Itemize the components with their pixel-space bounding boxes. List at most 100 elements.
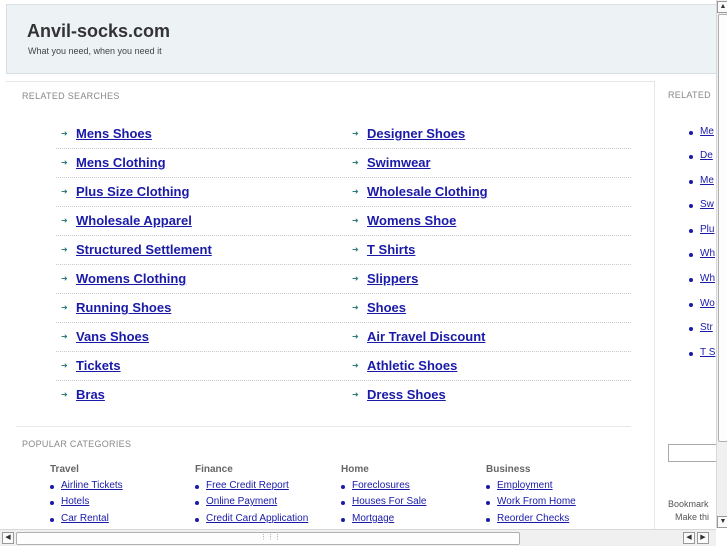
sidebar-link[interactable]: Str xyxy=(700,322,713,333)
site-tagline: What you need, when you need it xyxy=(28,46,162,56)
sidebar-link[interactable]: Me xyxy=(700,175,714,186)
related-link[interactable]: Wholesale Apparel xyxy=(76,213,192,228)
main-content: RELATED SEARCHES ➜ Mens Shoes ➜ Mens Cloth… xyxy=(6,81,655,532)
bullet-icon xyxy=(689,204,693,208)
bullet-icon xyxy=(689,253,693,257)
bullet-icon xyxy=(195,485,199,489)
sidebar-link[interactable]: Wh xyxy=(700,248,715,259)
scroll-down-button[interactable]: ▼ xyxy=(717,516,727,528)
bullet-icon xyxy=(486,518,490,522)
arrow-right-icon: ➜ xyxy=(352,158,359,167)
bullet-icon xyxy=(50,485,54,489)
popular-categories-label: POPULAR CATEGORIES xyxy=(22,439,132,449)
related-link[interactable]: Dress Shoes xyxy=(367,387,446,402)
category-link[interactable]: Employment xyxy=(497,480,553,491)
related-searches-label: RELATED SEARCHES xyxy=(22,91,120,101)
row-divider xyxy=(56,380,631,381)
arrow-right-icon: ➜ xyxy=(352,216,359,225)
sidebar-link[interactable]: Wh xyxy=(700,273,715,284)
related-link[interactable]: Vans Shoes xyxy=(76,329,149,344)
related-link[interactable]: Designer Shoes xyxy=(367,126,465,141)
vertical-scrollbar[interactable]: ▲ ▼ xyxy=(716,0,727,528)
related-link[interactable]: Mens Shoes xyxy=(76,126,152,141)
arrow-right-icon: ➜ xyxy=(61,303,68,312)
category-link[interactable]: Free Credit Report xyxy=(206,480,289,491)
bullet-icon xyxy=(341,501,345,505)
bullet-icon xyxy=(50,518,54,522)
related-link[interactable]: Womens Shoe xyxy=(367,213,456,228)
category-link[interactable]: Hotels xyxy=(61,496,89,507)
sidebar-related-label: RELATED xyxy=(668,90,711,100)
arrow-right-icon: ➜ xyxy=(352,129,359,138)
related-link[interactable]: Structured Settlement xyxy=(76,242,212,257)
sidebar-link[interactable]: Plu xyxy=(700,224,714,235)
arrow-right-icon: ➜ xyxy=(61,332,68,341)
arrow-right-icon: ➜ xyxy=(61,361,68,370)
category-link[interactable]: Houses For Sale xyxy=(352,496,426,507)
row-divider xyxy=(56,293,631,294)
related-link[interactable]: Wholesale Clothing xyxy=(367,184,488,199)
arrow-right-icon: ➜ xyxy=(352,332,359,341)
arrow-right-icon: ➜ xyxy=(61,216,68,225)
make-homepage-text[interactable]: Make thi xyxy=(675,512,709,522)
category-link[interactable]: Airline Tickets xyxy=(61,480,123,491)
category-link[interactable]: Reorder Checks xyxy=(497,513,569,524)
arrow-right-icon: ➜ xyxy=(61,158,68,167)
category-link[interactable]: Mortgage xyxy=(352,513,394,524)
section-divider xyxy=(16,426,631,427)
arrow-right-icon: ➜ xyxy=(61,245,68,254)
bullet-icon xyxy=(341,485,345,489)
related-link[interactable]: Plus Size Clothing xyxy=(76,184,189,199)
horizontal-scrollbar[interactable]: ◀ ⋮⋮⋮ ◀ ▶ xyxy=(0,529,716,546)
sidebar-link[interactable]: T S xyxy=(700,347,715,358)
scroll-left-button[interactable]: ◀ xyxy=(2,532,14,544)
bullet-icon xyxy=(195,518,199,522)
sidebar-link[interactable]: Wo xyxy=(700,298,715,309)
horizontal-scroll-thumb[interactable]: ⋮⋮⋮ xyxy=(16,532,520,545)
category-title-travel: Travel xyxy=(50,464,79,475)
site-title[interactable]: Anvil-socks.com xyxy=(27,21,170,42)
right-sidebar: RELATED Me De Me Sw Plu Wh Wh Wo Str T S… xyxy=(656,81,716,531)
row-divider xyxy=(56,148,631,149)
scroll-up-button[interactable]: ▲ xyxy=(717,1,727,13)
sidebar-search-input[interactable] xyxy=(668,444,716,462)
sidebar-link[interactable]: Sw xyxy=(700,199,714,210)
bullet-icon xyxy=(195,501,199,505)
bullet-icon xyxy=(689,155,693,159)
sidebar-link[interactable]: De xyxy=(700,150,713,161)
arrow-right-icon: ➜ xyxy=(352,303,359,312)
bullet-icon xyxy=(341,518,345,522)
arrow-right-icon: ➜ xyxy=(352,274,359,283)
category-link[interactable]: Online Payment xyxy=(206,496,277,507)
bullet-icon xyxy=(689,229,693,233)
related-link[interactable]: Shoes xyxy=(367,300,406,315)
sidebar-link[interactable]: Me xyxy=(700,126,714,137)
related-link[interactable]: Slippers xyxy=(367,271,418,286)
related-link[interactable]: Air Travel Discount xyxy=(367,329,485,344)
category-link[interactable]: Work From Home xyxy=(497,496,576,507)
row-divider xyxy=(56,322,631,323)
bookmark-text[interactable]: Bookmark xyxy=(668,499,709,509)
related-link[interactable]: Running Shoes xyxy=(76,300,171,315)
row-divider xyxy=(56,264,631,265)
related-link[interactable]: Athletic Shoes xyxy=(367,358,457,373)
related-link[interactable]: Swimwear xyxy=(367,155,431,170)
scroll-right-button[interactable]: ▶ xyxy=(697,532,709,544)
related-link[interactable]: Bras xyxy=(76,387,105,402)
scroll-left-button-end[interactable]: ◀ xyxy=(683,532,695,544)
vertical-scroll-thumb[interactable] xyxy=(718,14,727,442)
arrow-right-icon: ➜ xyxy=(61,187,68,196)
category-link[interactable]: Foreclosures xyxy=(352,480,410,491)
arrow-right-icon: ➜ xyxy=(352,187,359,196)
bullet-icon xyxy=(689,352,693,356)
related-link[interactable]: T Shirts xyxy=(367,242,415,257)
grip-icon: ⋮⋮⋮ xyxy=(260,534,281,541)
related-link[interactable]: Womens Clothing xyxy=(76,271,186,286)
related-link[interactable]: Tickets xyxy=(76,358,121,373)
category-link[interactable]: Credit Card Application xyxy=(206,513,308,524)
related-link[interactable]: Mens Clothing xyxy=(76,155,166,170)
row-divider xyxy=(56,351,631,352)
category-title-finance: Finance xyxy=(195,464,233,475)
bullet-icon xyxy=(689,278,693,282)
category-link[interactable]: Car Rental xyxy=(61,513,109,524)
